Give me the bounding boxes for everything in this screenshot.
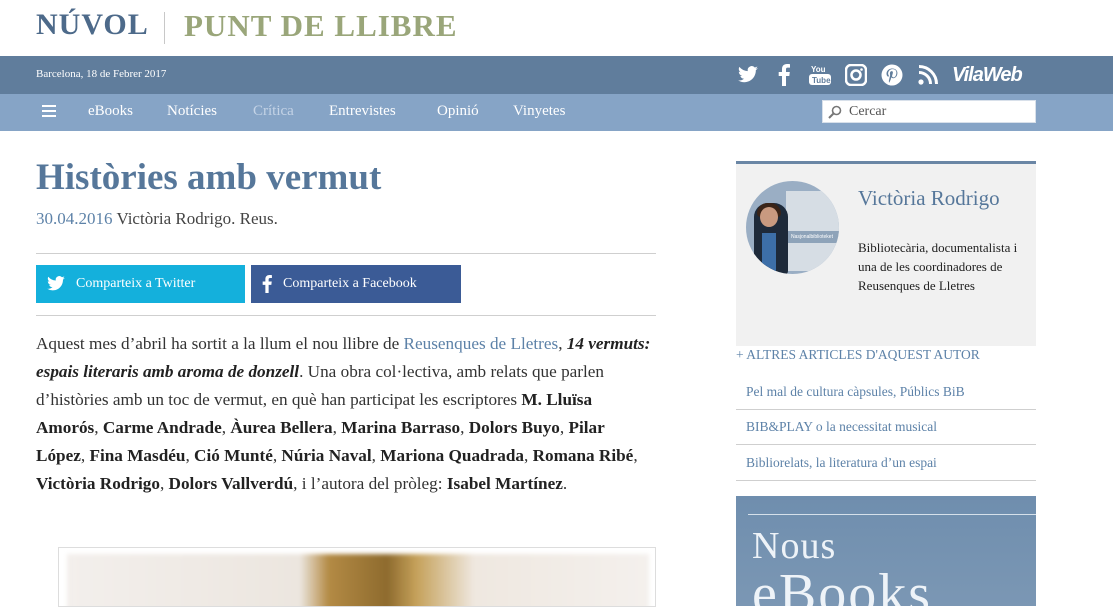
search-input[interactable] [849,103,1029,121]
rss-icon[interactable] [910,62,946,88]
related-article-link[interactable]: Bibliorelats, la literatura d’un espai [736,445,1036,480]
nav-opinio[interactable]: Opinió [437,103,479,120]
author-name: Àurea Bellera [230,418,333,437]
promo-subtitle: eBooks [752,563,932,606]
reusenques-link[interactable]: Reusenques de Lletres [404,334,559,353]
article-date[interactable]: 30.04.2016 [36,209,113,228]
share-facebook-button[interactable]: Comparteix a Facebook [251,265,461,303]
author-name: Núria Naval [281,446,372,465]
author-name: Dolors Vallverdú [168,474,294,493]
author-name: Romana Ribé [532,446,634,465]
text-run: . [562,474,568,493]
instagram-icon[interactable] [838,62,874,88]
author-name: Victòria Rodrigo [36,474,160,493]
search-icon [828,105,842,119]
promo-rule [748,514,1036,515]
twitter-icon[interactable] [730,62,766,88]
prologue-author: Isabel Martínez [446,474,563,493]
youtube-icon[interactable]: You Tube [802,62,838,88]
svg-text:You: You [811,65,826,74]
article-title: Històries amb vermut [36,157,382,198]
author-avatar[interactable]: Nasjonalbiblioteket [746,181,839,274]
author-name: Marina Barraso [341,418,461,437]
nav-critica[interactable]: Crítica [253,103,294,120]
twitter-icon [36,276,76,292]
text-run: Aquest mes d’abril ha sortit a la llum e… [36,334,404,353]
author-name: Ció Munté [194,446,273,465]
author-name-link[interactable]: Victòria Rodrigo [858,186,1008,211]
related-article-link[interactable]: Pel mal de cultura càpsules, Públics BiB [736,374,1036,409]
facebook-icon[interactable] [766,62,802,88]
article-byline: Victòria Rodrigo. Reus. [116,209,278,228]
svg-text:Tube: Tube [812,76,831,85]
search-box [822,100,1036,123]
author-name: Fina Masdéu [89,446,186,465]
author-name: Dolors Buyo [468,418,560,437]
share-facebook-label: Comparteix a Facebook [283,276,417,291]
divider [736,480,1036,481]
related-article-link[interactable]: BIB&PLAY o la necessitat musical [736,409,1036,444]
article-image [58,547,656,607]
nuvol-logo[interactable]: NÚVOL [36,8,149,42]
article-meta: 30.04.2016 Victòria Rodrigo. Reus. [36,209,278,229]
site-header: NÚVOL PUNT DE LLIBRE [0,0,1113,56]
vilaweb-logo[interactable]: VilaWeb [952,64,1023,87]
article-photo [67,554,649,606]
top-bar: Barcelona, 18 de Febrer 2017 You Tube Vil… [0,56,1113,94]
logo-divider [164,12,165,44]
divider [36,315,656,316]
author-name: Carme Andrade [102,418,222,437]
current-date: Barcelona, 18 de Febrer 2017 [36,68,167,80]
text-run: , i l’autora del pròleg: [293,474,447,493]
more-articles-link[interactable]: + ALTRES ARTICLES D'AQUEST AUTOR [736,347,980,363]
nav-entrevistes[interactable]: Entrevistes [329,103,396,120]
author-bio: Bibliotecària, documentalista i una de l… [858,240,1018,293]
social-links: You Tube [730,62,946,88]
divider [36,253,656,254]
punt-de-llibre-logo[interactable]: PUNT DE LLIBRE [184,8,458,44]
share-twitter-label: Comparteix a Twitter [76,276,196,291]
ebooks-promo-banner[interactable]: Nous eBooks [736,496,1036,606]
hamburger-menu-icon[interactable] [42,105,56,119]
text-run: , [558,334,567,353]
nav-ebooks[interactable]: eBooks [88,103,133,120]
author-name: Mariona Quadrada [380,446,524,465]
facebook-icon [251,275,283,293]
pinterest-icon[interactable] [874,62,910,88]
article-paragraph: Aquest mes d’abril ha sortit a la llum e… [36,334,651,493]
share-twitter-button[interactable]: Comparteix a Twitter [36,265,245,303]
nav-noticies[interactable]: Notícies [167,103,217,120]
nav-vinyetes[interactable]: Vinyetes [513,103,565,120]
